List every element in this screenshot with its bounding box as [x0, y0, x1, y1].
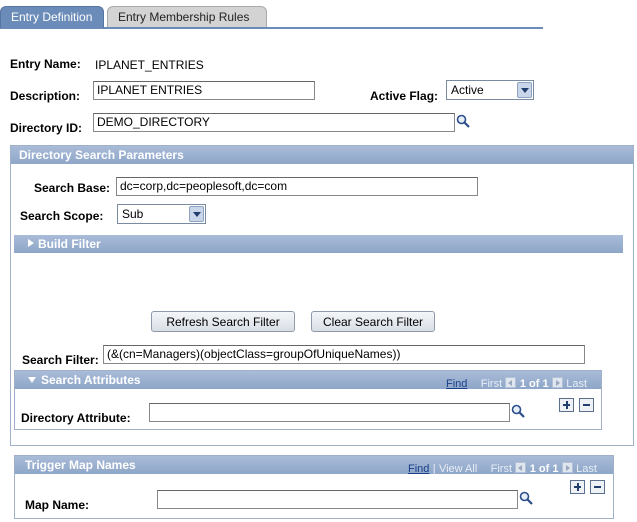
description-label: Description:	[10, 89, 81, 103]
last-link: Last	[576, 463, 597, 475]
first-link: First	[480, 378, 503, 390]
clear-search-filter-button[interactable]: Clear Search Filter	[311, 311, 435, 332]
lookup-icon[interactable]	[511, 404, 525, 418]
directory-attribute-label: Directory Attribute:	[21, 411, 131, 425]
lookup-icon[interactable]	[519, 491, 533, 505]
view-all-link: View All	[438, 463, 478, 475]
entry-name-value: IPLANET_ENTRIES	[95, 58, 204, 72]
next-icon	[551, 377, 563, 388]
search-filter-input[interactable]: (&(cn=Managers)(objectClass=groupOfUniqu…	[103, 345, 585, 364]
active-flag-value: Active	[451, 83, 484, 97]
collapse-arrow-icon[interactable]	[27, 376, 37, 384]
directory-id-label: Directory ID:	[10, 121, 83, 135]
nav-separator: |	[432, 463, 436, 475]
build-filter-header[interactable]: Build Filter	[14, 235, 623, 253]
previous-icon	[515, 462, 527, 473]
search-scope-select[interactable]: Sub	[117, 204, 206, 224]
directory-attribute-input[interactable]	[149, 403, 510, 422]
first-link: First	[490, 463, 513, 475]
row-count: 1 of 1	[529, 463, 559, 475]
refresh-search-filter-button[interactable]: Refresh Search Filter	[151, 311, 295, 332]
chevron-down-icon[interactable]	[517, 82, 532, 98]
lookup-icon[interactable]	[456, 114, 470, 128]
active-flag-select[interactable]: Active	[446, 80, 534, 100]
search-base-label: Search Base:	[34, 181, 111, 195]
last-link: Last	[566, 378, 588, 390]
search-scope-value: Sub	[122, 207, 144, 221]
tab-entry-membership-rules[interactable]: Entry Membership Rules	[107, 6, 267, 28]
trigger-map-names-title: Trigger Map Names	[25, 458, 136, 472]
search-attributes-title: Search Attributes	[41, 373, 141, 387]
map-name-label: Map Name:	[25, 498, 90, 512]
directory-id-input[interactable]: DEMO_DIRECTORY	[93, 113, 455, 132]
description-input[interactable]: IPLANET ENTRIES	[93, 81, 315, 100]
chevron-down-icon[interactable]	[189, 206, 204, 222]
next-icon	[561, 462, 573, 473]
add-row-icon[interactable]	[570, 480, 585, 494]
delete-row-icon[interactable]	[590, 480, 605, 494]
row-count: 1 of 1	[519, 378, 549, 390]
delete-row-icon[interactable]	[579, 398, 594, 412]
map-name-input[interactable]	[157, 490, 518, 509]
search-scope-label: Search Scope:	[20, 209, 104, 223]
search-filter-label: Search Filter:	[22, 353, 99, 367]
search-attributes-nav: Find First 1 of 1 Last	[446, 376, 587, 390]
search-base-input[interactable]: dc=corp,dc=peoplesoft,dc=com	[116, 177, 478, 196]
expand-arrow-icon[interactable]	[27, 238, 35, 248]
active-flag-label: Active Flag:	[370, 89, 439, 103]
find-link[interactable]: Find	[408, 463, 429, 475]
add-row-icon[interactable]	[559, 398, 574, 412]
entry-name-label: Entry Name:	[10, 57, 81, 71]
directory-search-parameters-header: Directory Search Parameters	[11, 146, 633, 164]
tab-entry-definition[interactable]: Entry Definition	[0, 6, 104, 28]
find-link[interactable]: Find	[446, 378, 467, 390]
build-filter-label: Build Filter	[38, 237, 101, 251]
trigger-map-nav: Find | View All First 1 of 1 Last	[408, 461, 597, 475]
previous-icon	[505, 377, 517, 388]
